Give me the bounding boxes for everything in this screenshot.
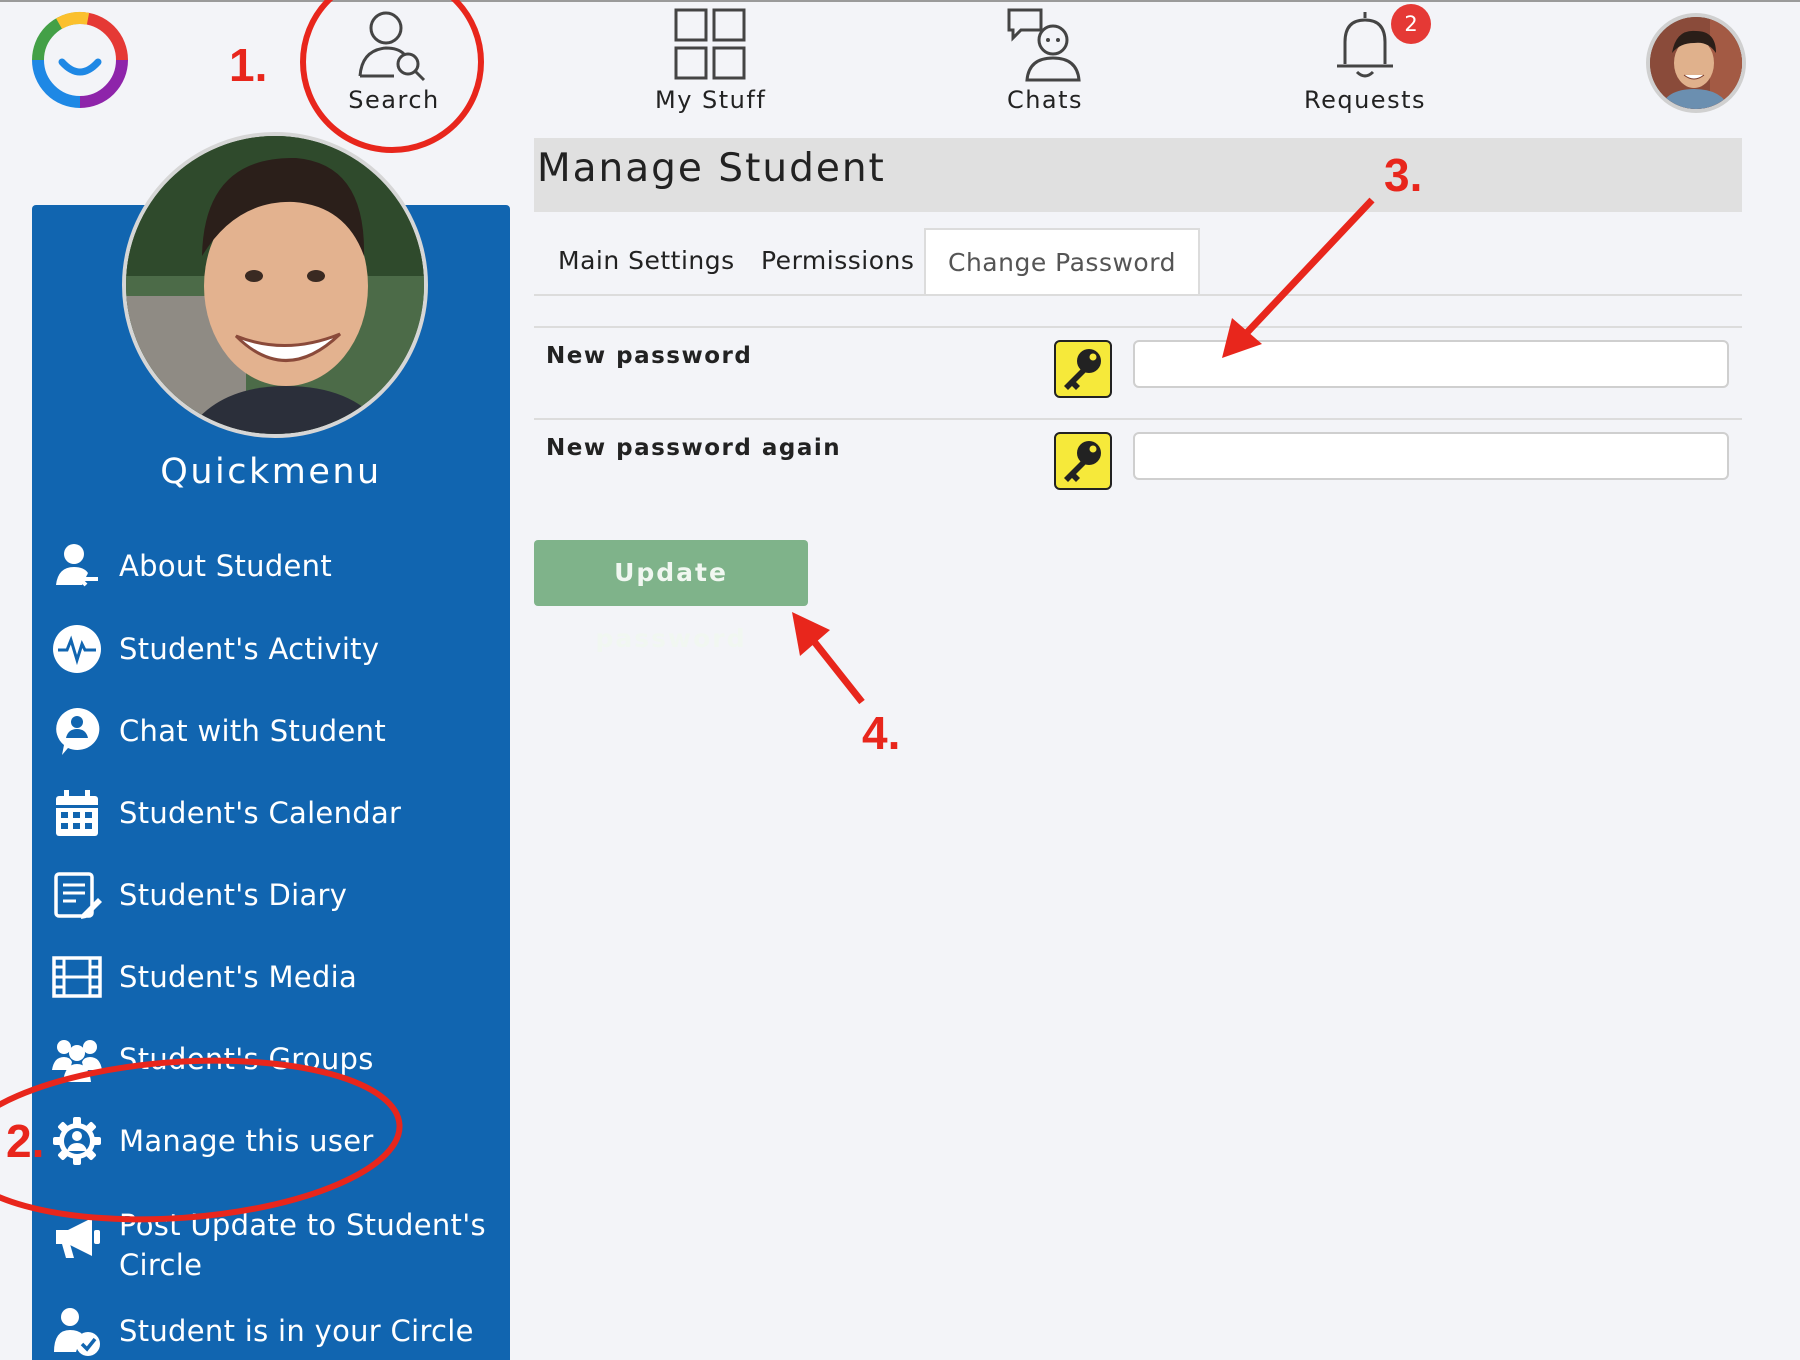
sidebar-item-about-student[interactable]: About Student [52,541,492,591]
sidebar-item-label: Student's Groups [119,1042,374,1076]
key-icon [1054,432,1112,490]
sidebar-item-activity[interactable]: Student's Activity [52,624,492,674]
row-divider [534,418,1742,420]
nav-chats[interactable]: Chats [995,6,1095,114]
sidebar-item-label: About Student [119,549,333,583]
tab-permissions[interactable]: Permissions [761,228,914,294]
activity-pulse-icon [53,625,101,673]
sidebar-item-label: Student's Diary [119,878,348,912]
page-title: Manage Student [537,146,886,191]
search-user-icon [358,11,426,82]
student-profile-photo [122,132,428,438]
nav-requests-label: Requests [1304,86,1426,114]
annotation-label-1: 1. [229,39,268,91]
megaphone-icon [56,1218,100,1258]
tab-change-password[interactable]: Change Password [924,228,1200,296]
sidebar-item-chat[interactable]: Chat with Student [52,706,492,756]
new-password-input[interactable] [1133,340,1729,388]
diary-edit-icon [54,872,102,919]
key-icon [1054,340,1112,398]
sidebar-item-groups[interactable]: Student's Groups [52,1034,492,1084]
nav-chats-label: Chats [1006,86,1084,114]
sidebar-item-label: Student's Activity [119,632,380,666]
app-logo[interactable] [30,10,130,110]
film-icon [52,956,102,998]
new-password-again-label: New password again [546,435,842,461]
quickmenu-title: Quickmenu [160,452,382,492]
current-user-avatar[interactable] [1646,13,1746,113]
grid-icon [674,8,746,80]
sidebar-item-media[interactable]: Student's Media [52,952,492,1002]
gear-user-icon [53,1117,101,1165]
nav-search-label: Search [348,86,440,114]
sidebar-item-calendar[interactable]: Student's Calendar [52,788,492,838]
tab-main-settings[interactable]: Main Settings [558,228,735,294]
sidebar-item-label: Manage this user [119,1124,374,1158]
chat-user-icon [56,707,100,755]
row-divider [534,326,1742,328]
group-icon [52,1040,102,1082]
annotation-label-2: 2. [6,1115,45,1167]
user-check-icon [54,1308,100,1356]
user-arrow-icon [56,544,98,587]
sidebar-item-label: Student is in your Circle [119,1314,474,1348]
annotation-label-4: 4. [862,707,901,759]
update-password-button[interactable]: Update password [534,540,808,653]
sidebar-item-label: Student's Calendar [119,796,402,830]
chat-person-icon [1007,8,1081,82]
annotation-label-3: 3. [1384,149,1423,201]
sidebar-item-post-update[interactable]: Post Update to Student's Circle [52,1200,492,1282]
sidebar-item-in-circle[interactable]: Student is in your Circle [52,1306,492,1356]
sidebar-item-label: Chat with Student [119,714,386,748]
sidebar-item-manage-user[interactable]: Manage this user [52,1116,492,1166]
requests-badge: 2 [1391,4,1431,44]
new-password-again-input[interactable] [1133,432,1729,480]
nav-search[interactable]: Search [344,6,444,114]
tabs-divider [534,294,1742,296]
sidebar-item-diary[interactable]: Student's Diary [52,870,492,920]
annotation-arrowhead-4 [792,612,830,656]
new-password-label: New password [546,343,753,369]
nav-mystuff-label: My Stuff [655,86,767,114]
nav-mystuff[interactable]: My Stuff [655,6,765,114]
annotation-arrow-4 [802,627,865,705]
sidebar-item-label: Student's Media [119,960,358,994]
sidebar-item-label: Post Update to Student's Circle [119,1208,486,1282]
annotation-arrow-3 [1237,197,1375,343]
calendar-icon [56,790,98,836]
top-border [0,0,1800,2]
